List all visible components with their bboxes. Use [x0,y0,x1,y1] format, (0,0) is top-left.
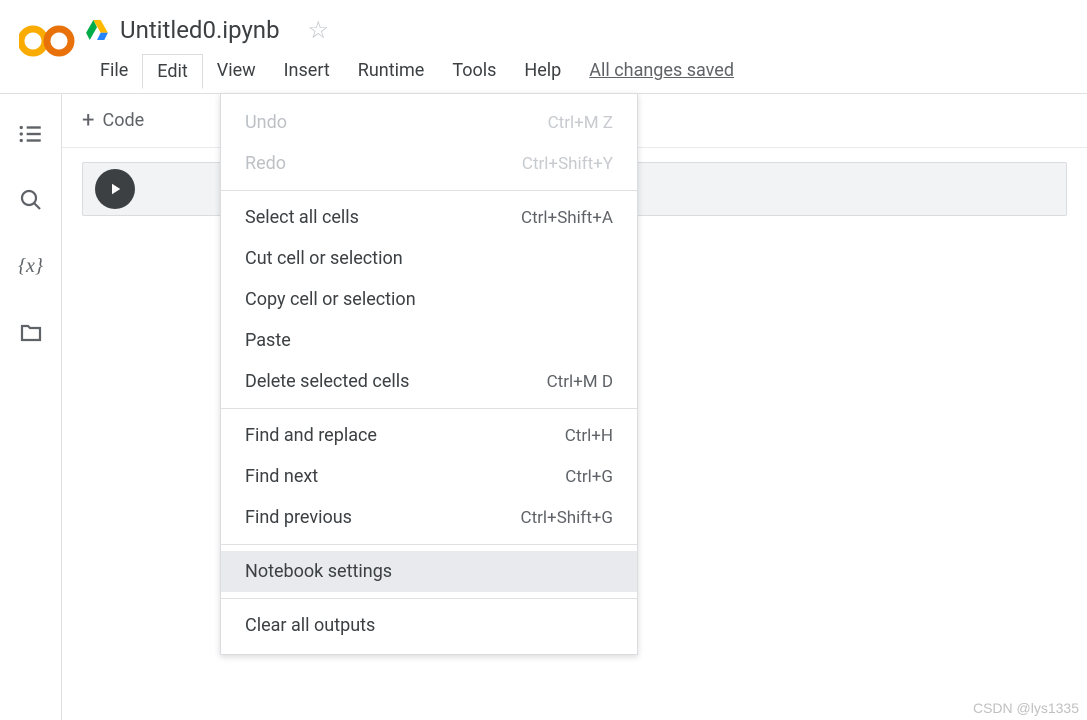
menu-tools[interactable]: Tools [438,54,510,89]
variables-icon[interactable]: {x} [17,252,45,280]
menu-undo[interactable]: Undo Ctrl+M Z [221,102,637,143]
add-code-button[interactable]: + Code [82,108,144,133]
menu-notebook-settings[interactable]: Notebook settings [221,551,637,592]
menu-cut-cell[interactable]: Cut cell or selection [221,238,637,279]
search-icon[interactable] [17,186,45,214]
menu-find-replace[interactable]: Find and replace Ctrl+H [221,415,637,456]
header-main: Untitled0.ipynb ☆ File Edit View Insert … [86,8,1087,89]
menu-file[interactable]: File [86,54,142,89]
edit-menu-dropdown: Undo Ctrl+M Z Redo Ctrl+Shift+Y Select a… [220,93,638,655]
menu-divider [221,598,637,599]
sidebar: {x} [0,94,62,720]
menu-divider [221,408,637,409]
menu-redo[interactable]: Redo Ctrl+Shift+Y [221,143,637,184]
run-cell-button[interactable] [95,169,135,209]
watermark: CSDN @lys1335 [973,700,1079,716]
menu-runtime[interactable]: Runtime [344,54,439,89]
header: Untitled0.ipynb ☆ File Edit View Insert … [0,0,1087,94]
drive-icon [86,20,108,40]
title-row: Untitled0.ipynb ☆ [86,8,1087,48]
menu-find-next[interactable]: Find next Ctrl+G [221,456,637,497]
body: {x} + Code Undo Ctrl+M Z Redo [0,94,1087,720]
menu-undo-label: Undo [245,112,287,133]
menu-edit[interactable]: Edit [142,54,202,89]
main-column: + Code Undo Ctrl+M Z Redo Ctrl+Shift+Y S… [62,94,1087,720]
menu-paste[interactable]: Paste [221,320,637,361]
plus-icon: + [82,108,94,133]
menu-redo-label: Redo [245,153,286,174]
menu-copy-cell[interactable]: Copy cell or selection [221,279,637,320]
menu-redo-shortcut: Ctrl+Shift+Y [522,154,613,174]
doc-title[interactable]: Untitled0.ipynb [120,16,280,44]
menu-divider [221,190,637,191]
menu-help[interactable]: Help [510,54,575,89]
menubar: File Edit View Insert Runtime Tools Help… [86,48,1087,89]
toc-icon[interactable] [17,120,45,148]
save-status[interactable]: All changes saved [575,54,748,89]
add-code-label: Code [102,110,144,131]
files-icon[interactable] [17,318,45,346]
star-icon[interactable]: ☆ [308,16,330,44]
menu-clear-outputs[interactable]: Clear all outputs [221,605,637,646]
menu-undo-shortcut: Ctrl+M Z [548,113,613,133]
menu-delete-cells[interactable]: Delete selected cells Ctrl+M D [221,361,637,402]
menu-insert[interactable]: Insert [270,54,344,89]
menu-view[interactable]: View [203,54,270,89]
menu-divider [221,544,637,545]
colab-logo [18,22,76,60]
menu-find-previous[interactable]: Find previous Ctrl+Shift+G [221,497,637,538]
menu-select-all-cells[interactable]: Select all cells Ctrl+Shift+A [221,197,637,238]
